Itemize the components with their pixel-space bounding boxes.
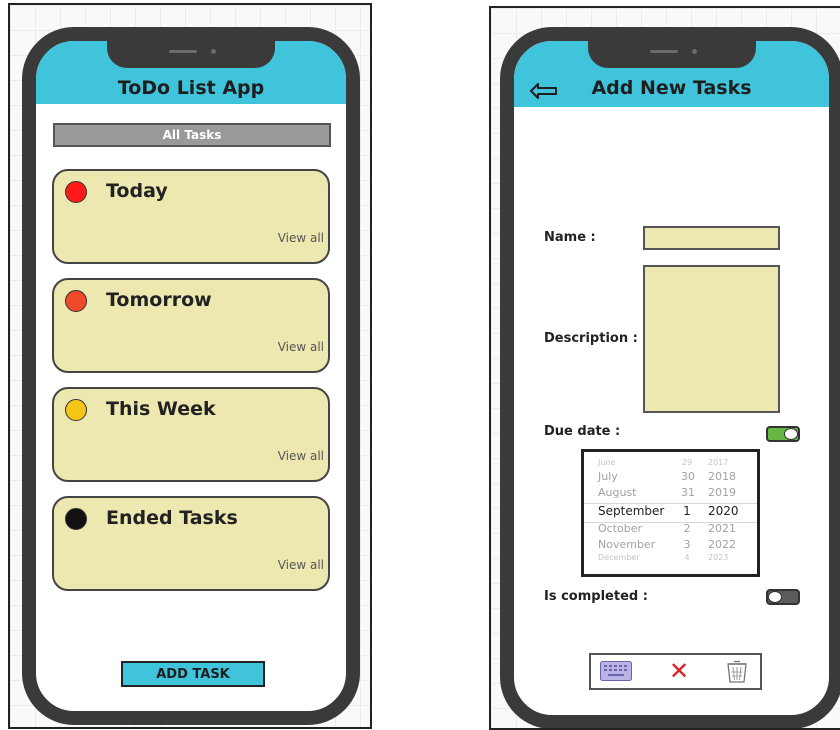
phone-notch — [107, 41, 275, 68]
view-all-link[interactable]: View all — [278, 231, 324, 245]
task-card-today[interactable]: Today View all — [52, 169, 330, 264]
card-title: This Week — [106, 398, 216, 420]
add-task-button[interactable]: ADD TASK — [121, 661, 265, 687]
phone-add-task: Add New Tasks Name : Description : Due d… — [500, 27, 840, 728]
camera-dot — [691, 49, 697, 54]
due-date-toggle[interactable] — [766, 426, 800, 442]
screen-title: Add New Tasks — [591, 77, 752, 99]
name-label: Name : — [544, 230, 596, 245]
status-dot-icon — [65, 399, 87, 421]
card-title: Ended Tasks — [106, 507, 238, 529]
is-completed-label: Is completed : — [544, 589, 648, 604]
date-row-selected[interactable]: September 1 2020 — [584, 503, 757, 523]
app-header: ToDo List App — [36, 41, 346, 104]
date-picker-wheel[interactable]: June 29 2017 July 30 2018 August 31 2019… — [581, 449, 760, 577]
status-dot-icon — [65, 290, 87, 312]
phone-todo-list: ToDo List App All Tasks Today View all T… — [22, 27, 360, 725]
due-date-label: Due date : — [544, 424, 621, 439]
action-bar: ✕ — [589, 653, 762, 690]
view-all-link[interactable]: View all — [278, 449, 324, 463]
keyboard-icon[interactable] — [600, 661, 632, 681]
name-input[interactable] — [643, 226, 780, 250]
app-title: ToDo List App — [117, 77, 265, 99]
close-icon[interactable]: ✕ — [669, 656, 689, 686]
task-card-tomorrow[interactable]: Tomorrow View all — [52, 278, 330, 373]
all-tasks-button[interactable]: All Tasks — [53, 123, 331, 147]
trash-icon[interactable] — [727, 660, 747, 684]
view-all-link[interactable]: View all — [278, 558, 324, 572]
right-mockup-frame: Add New Tasks Name : Description : Due d… — [489, 6, 840, 730]
date-row: August 31 2019 — [598, 486, 736, 499]
card-title: Tomorrow — [106, 289, 212, 311]
description-input[interactable] — [643, 265, 780, 413]
task-card-ended-tasks[interactable]: Ended Tasks View all — [52, 496, 330, 591]
date-row: December 4 2023 — [598, 553, 729, 562]
toggle-knob — [768, 591, 782, 603]
toggle-knob — [784, 428, 798, 440]
speaker-slot — [649, 50, 678, 53]
phone-notch — [587, 41, 756, 68]
is-completed-toggle[interactable] — [766, 589, 800, 605]
description-label: Description : — [544, 331, 638, 346]
task-card-this-week[interactable]: This Week View all — [52, 387, 330, 482]
left-mockup-frame: ToDo List App All Tasks Today View all T… — [8, 3, 372, 729]
camera-dot — [211, 49, 216, 54]
card-title: Today — [106, 180, 168, 202]
view-all-link[interactable]: View all — [278, 340, 324, 354]
status-dot-icon — [65, 181, 87, 203]
speaker-slot — [169, 50, 197, 53]
app-header: Add New Tasks — [514, 41, 829, 107]
status-dot-icon — [65, 508, 87, 530]
